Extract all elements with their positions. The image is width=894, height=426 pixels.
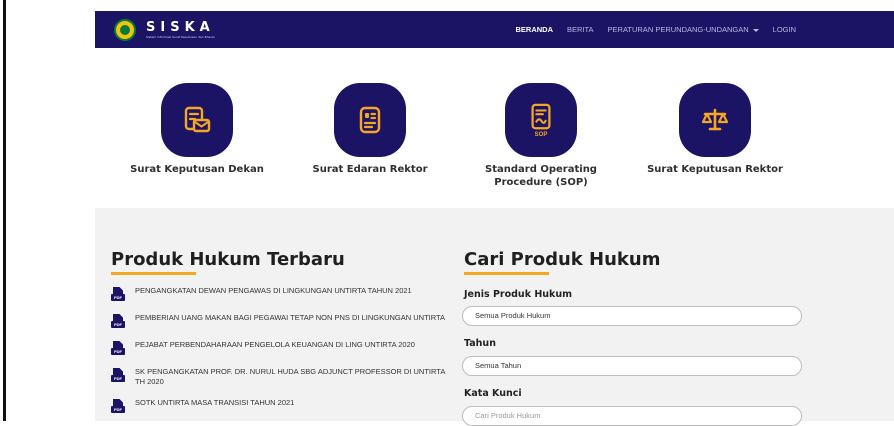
pdf-file-icon: PDF bbox=[111, 368, 125, 383]
category-section: Surat Keputusan Dekan Surat Edaran Rekto… bbox=[95, 48, 894, 208]
category-sk-rektor-tile[interactable] bbox=[679, 83, 751, 157]
navbar: SISKA Sistem Informasi Surat Keputusan d… bbox=[95, 11, 894, 48]
pdf-file-icon: PDF bbox=[111, 314, 125, 329]
list-item[interactable]: PDF SOTK UNTIRTA MASA TRANSISI TAHUN 202… bbox=[111, 398, 451, 414]
window-edge bbox=[3, 0, 6, 421]
list-item[interactable]: PDF PENGANGKATAN DEWAN PENGAWAS DI LINGK… bbox=[111, 286, 451, 302]
category-sk-dekan[interactable]: Surat Keputusan Dekan bbox=[117, 83, 277, 176]
category-sk-rektor[interactable]: Surat Keputusan Rektor bbox=[635, 83, 795, 176]
id-card-document-icon bbox=[359, 106, 381, 134]
jenis-select[interactable]: Semua Produk Hukum bbox=[462, 306, 802, 326]
list-item[interactable]: PDF PEJABAT PERBENDAHARAAN PENGELOLA KEU… bbox=[111, 340, 451, 356]
category-label: Surat Keputusan Dekan bbox=[130, 164, 264, 175]
tahun-label: Tahun bbox=[464, 338, 496, 349]
latest-list: PDF PENGANGKATAN DEWAN PENGAWAS DI LINGK… bbox=[111, 286, 451, 425]
nav-menu: BERANDA BERITA PERATURAN PERUNDANG-UNDAN… bbox=[515, 25, 796, 34]
list-item[interactable]: PDF PEMBERIAN UANG MAKAN BAGI PEGAWAI TE… bbox=[111, 313, 451, 329]
caret-down-icon bbox=[752, 28, 759, 32]
lower-section: Produk Hukum Terbaru PDF PENGANGKATAN DE… bbox=[95, 208, 894, 426]
pdf-file-icon: PDF bbox=[111, 341, 125, 356]
kata-kunci-field[interactable] bbox=[462, 406, 802, 426]
brand[interactable]: SISKA Sistem Informasi Surat Keputusan d… bbox=[114, 18, 216, 41]
university-logo-icon bbox=[114, 18, 136, 41]
scales-icon bbox=[701, 108, 729, 131]
category-sop-tile[interactable]: SOP bbox=[505, 83, 577, 157]
document-title[interactable]: PEJABAT PERBENDAHARAAN PENGELOLA KEUANGA… bbox=[135, 340, 415, 350]
category-label: Surat Keputusan Rektor bbox=[647, 164, 783, 175]
latest-title-underline bbox=[111, 272, 196, 275]
pdf-file-icon: PDF bbox=[111, 287, 125, 302]
category-label: Standard Operating Procedure (SOP) bbox=[485, 164, 597, 188]
kata-kunci-input[interactable] bbox=[475, 411, 775, 420]
latest-title: Produk Hukum Terbaru bbox=[111, 249, 345, 270]
page: SISKA Sistem Informasi Surat Keputusan d… bbox=[0, 0, 894, 426]
nav-item-berita[interactable]: BERITA bbox=[567, 25, 594, 34]
search-title: Cari Produk Hukum bbox=[464, 249, 661, 270]
nav-item-beranda[interactable]: BERANDA bbox=[515, 25, 553, 34]
nav-item-login[interactable]: LOGIN bbox=[773, 25, 796, 34]
category-sk-dekan-tile[interactable] bbox=[161, 83, 233, 157]
category-label: Surat Edaran Rektor bbox=[312, 164, 428, 175]
list-item[interactable]: PDF SK PENGANGKATAN PROF. DR. NURUL HUDA… bbox=[111, 367, 451, 387]
nav-item-peraturan-label: PERATURAN PERUNDANG-UNDANGAN bbox=[607, 25, 749, 34]
document-title[interactable]: PEMBERIAN UANG MAKAN BAGI PEGAWAI TETAP … bbox=[135, 313, 445, 323]
document-title[interactable]: SK PENGANGKATAN PROF. DR. NURUL HUDA SBG… bbox=[135, 367, 451, 387]
document-title[interactable]: SOTK UNTIRTA MASA TRANSISI TAHUN 2021 bbox=[135, 398, 294, 408]
nav-item-peraturan[interactable]: PERATURAN PERUNDANG-UNDANGAN bbox=[608, 25, 759, 34]
brand-subtitle: Sistem Informasi Surat Keputusan dan Eda… bbox=[146, 34, 216, 39]
document-envelope-icon bbox=[184, 106, 211, 133]
document-title[interactable]: PENGANGKATAN DEWAN PENGAWAS DI LINGKUNGA… bbox=[135, 286, 412, 296]
sop-tag: SOP bbox=[534, 131, 548, 138]
pdf-file-icon: PDF bbox=[111, 399, 125, 414]
jenis-label: Jenis Produk Hukum bbox=[464, 289, 573, 300]
tahun-select[interactable]: Semua Tahun bbox=[462, 356, 802, 376]
category-se-rektor-tile[interactable] bbox=[334, 83, 406, 157]
category-se-rektor[interactable]: Surat Edaran Rektor bbox=[290, 83, 450, 176]
brand-name: SISKA bbox=[146, 19, 215, 35]
sop-document-icon bbox=[531, 103, 551, 129]
category-sop[interactable]: SOP Standard Operating Procedure (SOP) bbox=[461, 83, 621, 189]
search-title-underline bbox=[464, 272, 549, 275]
kata-kunci-label: Kata Kunci bbox=[464, 388, 522, 399]
